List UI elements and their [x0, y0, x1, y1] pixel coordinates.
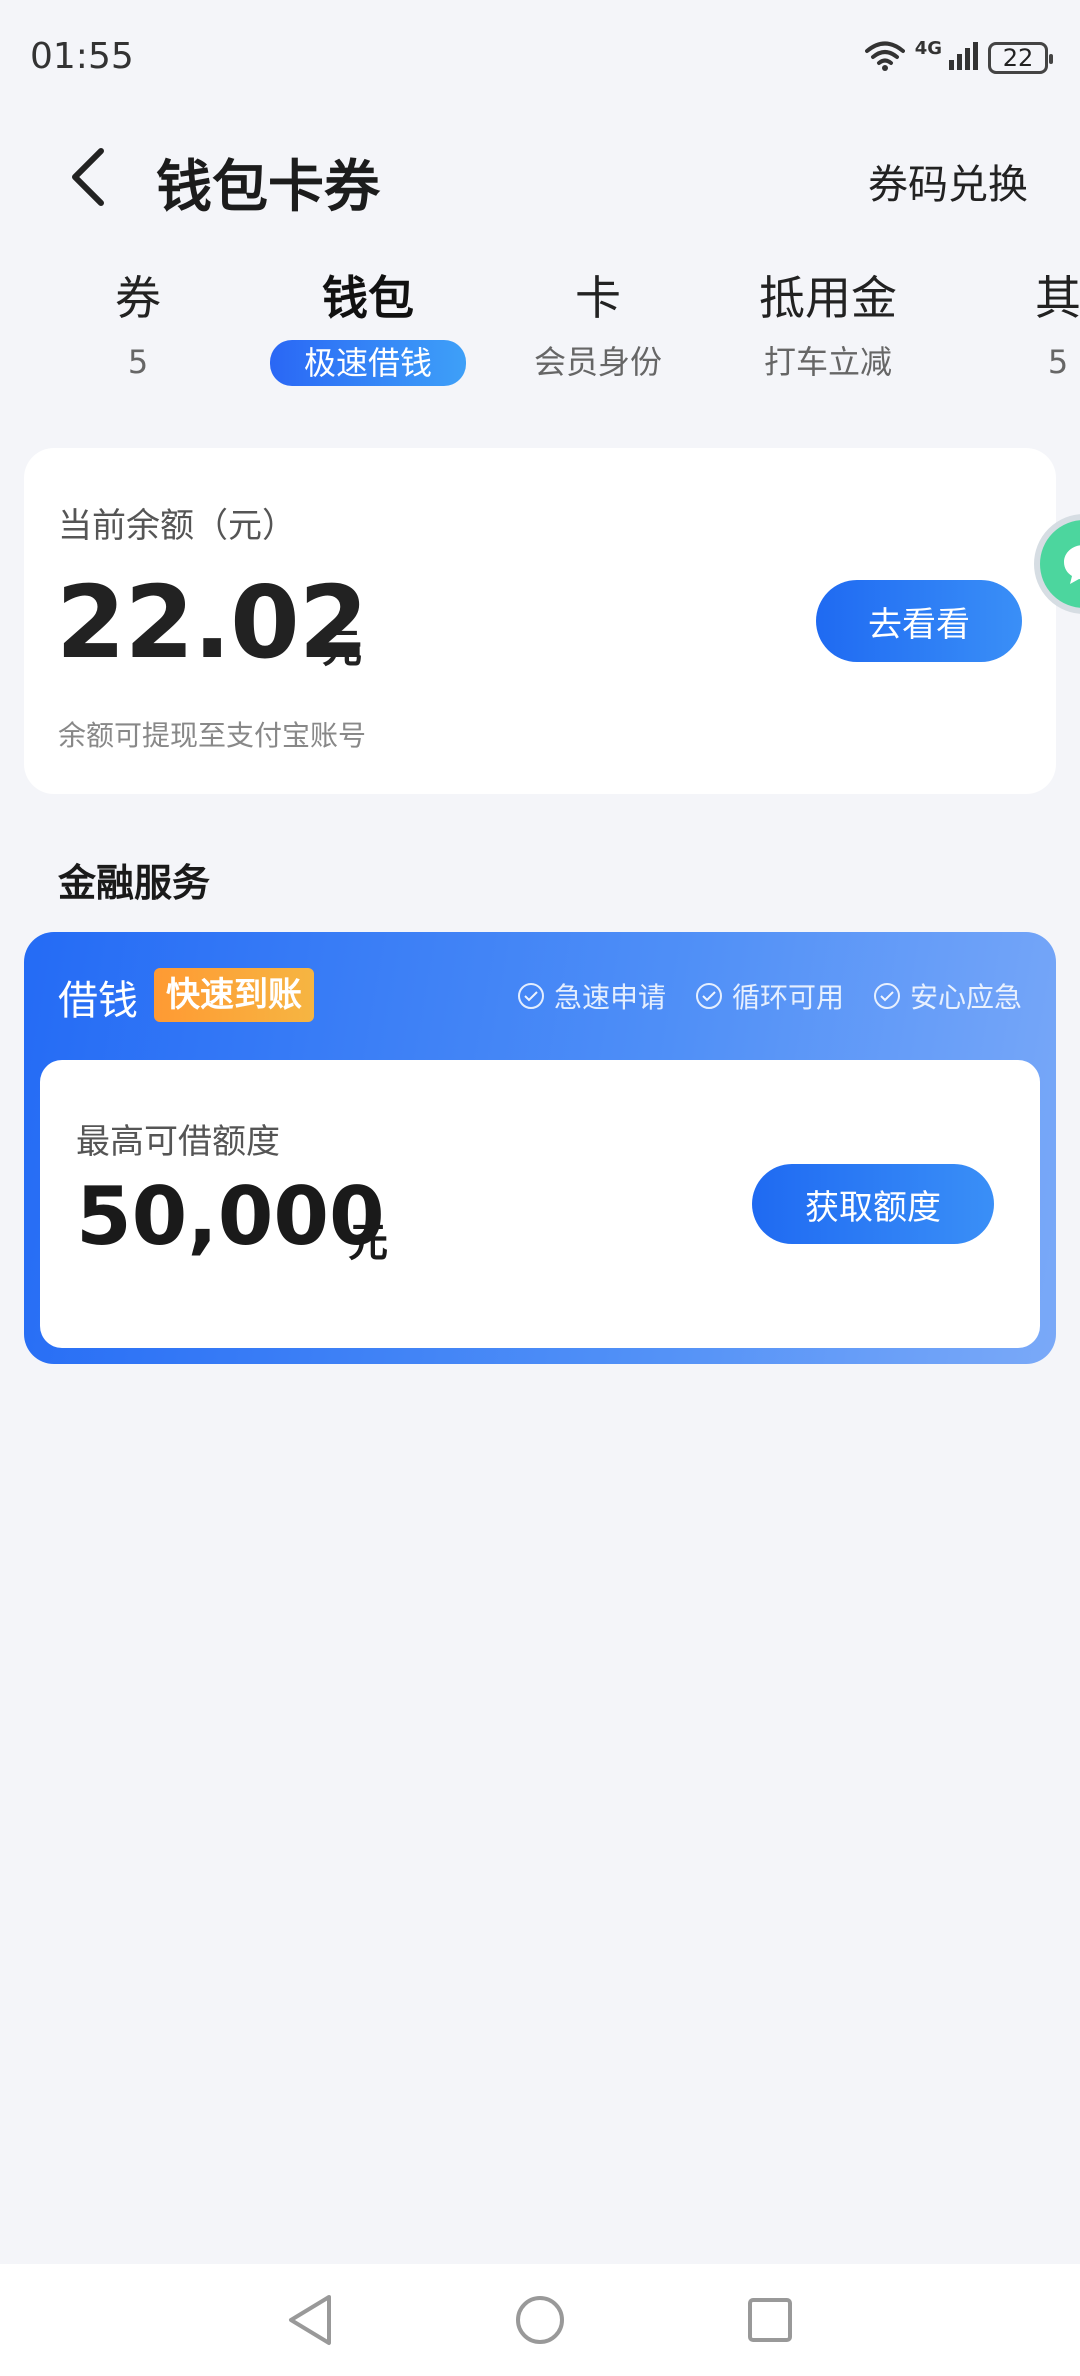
balance-label: 当前余额（元）	[58, 506, 296, 546]
tab-sub: 极速借钱	[269, 340, 466, 386]
tab-cards[interactable]: 卡 会员身份	[498, 268, 698, 384]
check-circle-icon	[517, 983, 544, 1009]
redeem-code-button[interactable]: 券码兑换	[868, 152, 1028, 210]
tab-label: 券	[115, 271, 161, 325]
feature-item: 急速申请	[517, 976, 666, 1016]
tab-wallet[interactable]: 钱包 极速借钱	[268, 268, 468, 386]
tab-sub: 5	[1047, 343, 1069, 381]
signal-icon	[948, 40, 978, 76]
status-bar: 01:55 4G 22	[0, 0, 1080, 120]
tab-sub: 打车立减	[763, 343, 892, 381]
status-time: 01:55	[30, 36, 134, 77]
loan-card-title: 借钱	[58, 978, 138, 1024]
back-button[interactable]	[52, 144, 122, 214]
balance-amount: 22.02	[56, 564, 368, 681]
category-tabs: 券 5 钱包 极速借钱 卡 会员身份 抵用金 打车立减 其 5	[0, 268, 1080, 398]
tab-label: 钱包	[322, 271, 414, 325]
network-type: 4G	[914, 38, 942, 59]
feature-label: 急速申请	[553, 981, 666, 1014]
tab-label: 卡	[575, 271, 621, 325]
triangle-back-icon	[285, 2293, 335, 2351]
header: 钱包卡券 券码兑换	[0, 120, 1080, 230]
feature-label: 安心应急	[909, 981, 1022, 1014]
check-circle-icon	[695, 983, 722, 1009]
fast-arrival-badge: 快速到账	[154, 968, 314, 1022]
back-arrow-icon	[65, 145, 109, 213]
loan-features: 急速申请 循环可用 安心应急	[517, 976, 1022, 1016]
balance-unit: 元	[322, 626, 362, 672]
square-recents-icon	[745, 2295, 795, 2349]
tab-sub: 5	[127, 343, 149, 381]
nav-recents-button[interactable]	[740, 2292, 800, 2352]
system-nav-bar	[0, 2264, 1080, 2376]
tab-label: 其	[1035, 271, 1080, 325]
balance-card: 当前余额（元） 22.02 元 余额可提现至支付宝账号 去看看	[24, 448, 1056, 794]
check-circle-icon	[873, 983, 900, 1009]
loan-limit-amount: 50,000	[76, 1170, 385, 1263]
wifi-icon	[864, 40, 905, 76]
loan-card: 借钱 快速到账 急速申请 循环可用 安心应急 最高可借额度 50,000 元 获…	[24, 932, 1056, 1364]
feature-item: 循环可用	[695, 976, 844, 1016]
status-icons: 4G 22	[864, 38, 1053, 78]
feature-label: 循环可用	[731, 981, 844, 1014]
tab-coupons[interactable]: 券 5	[38, 268, 238, 384]
view-balance-button[interactable]: 去看看	[816, 580, 1022, 662]
loan-panel: 最高可借额度 50,000 元 获取额度	[40, 1060, 1040, 1348]
loan-limit-unit: 元	[348, 1220, 388, 1266]
tab-label: 抵用金	[759, 271, 897, 325]
loan-limit-label: 最高可借额度	[76, 1122, 280, 1162]
section-title: 金融服务	[58, 861, 211, 905]
battery-icon: 22	[988, 42, 1053, 74]
circle-home-icon	[513, 2293, 567, 2351]
nav-back-button[interactable]	[280, 2292, 340, 2352]
tab-sub: 会员身份	[533, 343, 662, 381]
page-title: 钱包卡券	[156, 155, 380, 220]
nav-home-button[interactable]	[510, 2292, 570, 2352]
get-quota-button[interactable]: 获取额度	[752, 1164, 994, 1244]
balance-note: 余额可提现至支付宝账号	[58, 719, 367, 752]
feature-item: 安心应急	[873, 976, 1022, 1016]
tab-credit[interactable]: 抵用金 打车立减	[728, 268, 928, 384]
tab-other[interactable]: 其 5	[958, 268, 1080, 384]
